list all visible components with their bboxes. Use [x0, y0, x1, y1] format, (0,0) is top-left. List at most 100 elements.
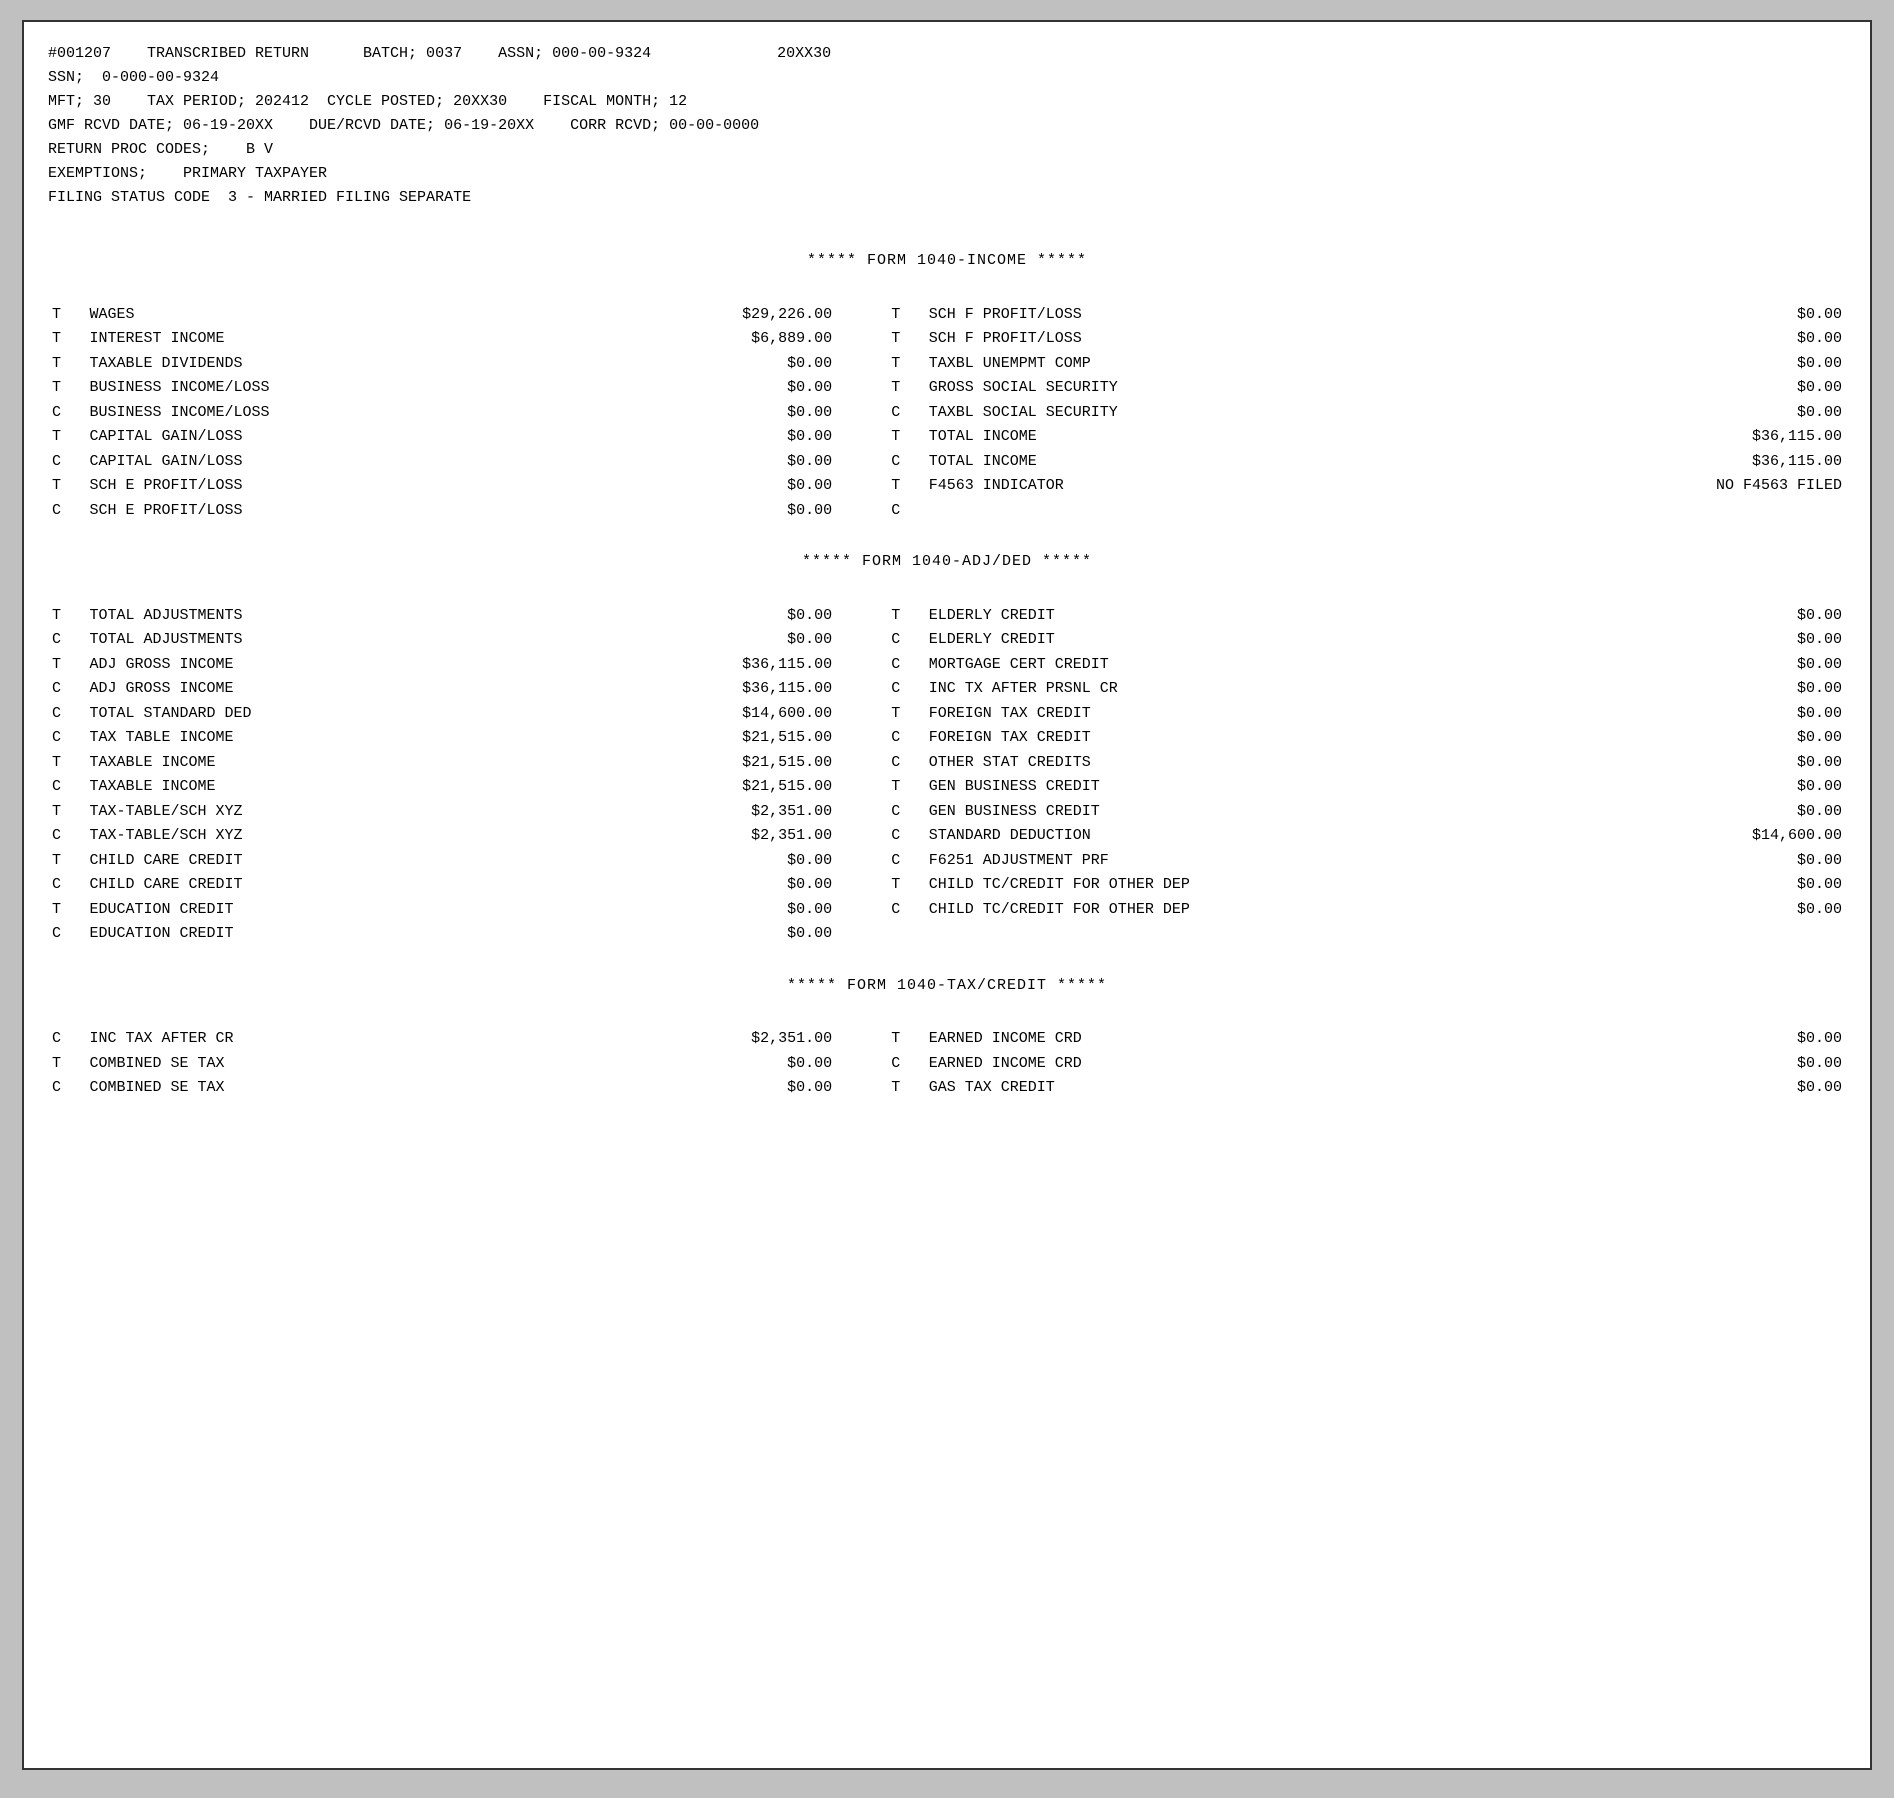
- row-prefix-left: C: [48, 873, 86, 898]
- row-value-left: $2,351.00: [563, 800, 836, 825]
- row-value-left: $0.00: [563, 401, 836, 426]
- row-value-left: $0.00: [563, 628, 836, 653]
- table-row: CEDUCATION CREDIT$0.00: [48, 922, 1846, 947]
- row-prefix-left: T: [48, 604, 86, 629]
- row-value-right: $0.00: [1573, 303, 1846, 328]
- header-line-1: #001207 TRANSCRIBED RETURN BATCH; 0037 A…: [48, 42, 1846, 66]
- row-label-right: F6251 ADJUSTMENT PRF: [925, 849, 1573, 874]
- row-value-right: $0.00: [1573, 1027, 1846, 1052]
- adjded-table: TTOTAL ADJUSTMENTS$0.00TELDERLY CREDIT$0…: [48, 604, 1846, 947]
- row-prefix-right: C: [887, 726, 925, 751]
- row-prefix-right: C: [887, 450, 925, 475]
- row-value-right: NO F4563 FILED: [1573, 474, 1846, 499]
- row-prefix-right: C: [887, 824, 925, 849]
- table-row: TTAXABLE DIVIDENDS$0.00TTAXBL UNEMPMT CO…: [48, 352, 1846, 377]
- row-label-right: TAXBL UNEMPMT COMP: [925, 352, 1573, 377]
- row-label-right: FOREIGN TAX CREDIT: [925, 726, 1573, 751]
- table-row: TWAGES$29,226.00TSCH F PROFIT/LOSS$0.00: [48, 303, 1846, 328]
- header-line-5: RETURN PROC CODES; B V: [48, 138, 1846, 162]
- row-prefix-left: C: [48, 702, 86, 727]
- row-value-right: $0.00: [1573, 702, 1846, 727]
- row-value-left: $0.00: [563, 474, 836, 499]
- row-label-left: CAPITAL GAIN/LOSS: [86, 425, 564, 450]
- row-label-left: TAXABLE INCOME: [86, 751, 564, 776]
- row-value-right: $0.00: [1573, 376, 1846, 401]
- income-section: ***** FORM 1040-INCOME ***** TWAGES$29,2…: [48, 250, 1846, 523]
- row-prefix-right: T: [887, 775, 925, 800]
- table-row: TINTEREST INCOME$6,889.00TSCH F PROFIT/L…: [48, 327, 1846, 352]
- row-value-left: $29,226.00: [563, 303, 836, 328]
- table-row: TCHILD CARE CREDIT$0.00CF6251 ADJUSTMENT…: [48, 849, 1846, 874]
- row-label-right: GEN BUSINESS CREDIT: [925, 800, 1573, 825]
- row-label-left: CHILD CARE CREDIT: [86, 849, 564, 874]
- row-value-left: $0.00: [563, 1052, 836, 1077]
- row-value-left: $0.00: [563, 604, 836, 629]
- taxcredit-table: CINC TAX AFTER CR$2,351.00TEARNED INCOME…: [48, 1027, 1846, 1101]
- row-label-right: TOTAL INCOME: [925, 425, 1573, 450]
- row-value-right: $14,600.00: [1573, 824, 1846, 849]
- header-line-2: SSN; 0-000-00-9324: [48, 66, 1846, 90]
- table-row: CADJ GROSS INCOME$36,115.00CINC TX AFTER…: [48, 677, 1846, 702]
- row-prefix-left: C: [48, 450, 86, 475]
- row-value-right: $0.00: [1573, 628, 1846, 653]
- row-label-left: TAX TABLE INCOME: [86, 726, 564, 751]
- row-prefix-right: C: [887, 677, 925, 702]
- table-row: TTOTAL ADJUSTMENTS$0.00TELDERLY CREDIT$0…: [48, 604, 1846, 629]
- header-line-7: FILING STATUS CODE 3 - MARRIED FILING SE…: [48, 186, 1846, 210]
- table-row: CTOTAL STANDARD DED$14,600.00TFOREIGN TA…: [48, 702, 1846, 727]
- row-label-right: TOTAL INCOME: [925, 450, 1573, 475]
- taxcredit-header: ***** FORM 1040-TAX/CREDIT *****: [48, 975, 1846, 998]
- row-value-left: $2,351.00: [563, 824, 836, 849]
- header-line-4: GMF RCVD DATE; 06-19-20XX DUE/RCVD DATE;…: [48, 114, 1846, 138]
- row-prefix-right: C: [887, 800, 925, 825]
- row-value-left: $0.00: [563, 873, 836, 898]
- table-row: TCAPITAL GAIN/LOSS$0.00TTOTAL INCOME$36,…: [48, 425, 1846, 450]
- row-prefix-left: T: [48, 352, 86, 377]
- row-value-right: $0.00: [1573, 800, 1846, 825]
- row-value-right: [1573, 922, 1846, 947]
- row-prefix-right: T: [887, 1076, 925, 1101]
- row-label-right: ELDERLY CREDIT: [925, 604, 1573, 629]
- row-prefix-left: C: [48, 401, 86, 426]
- row-label-right: SCH F PROFIT/LOSS: [925, 303, 1573, 328]
- row-label-left: TAXABLE INCOME: [86, 775, 564, 800]
- row-prefix-left: T: [48, 376, 86, 401]
- row-prefix-left: C: [48, 922, 86, 947]
- row-value-left: $21,515.00: [563, 726, 836, 751]
- row-label-left: WAGES: [86, 303, 564, 328]
- row-prefix-right: C: [887, 898, 925, 923]
- row-value-right: $0.00: [1573, 1076, 1846, 1101]
- row-label-left: INC TAX AFTER CR: [86, 1027, 564, 1052]
- row-label-right: TAXBL SOCIAL SECURITY: [925, 401, 1573, 426]
- adjded-header: ***** FORM 1040-ADJ/DED *****: [48, 551, 1846, 574]
- row-value-left: $36,115.00: [563, 653, 836, 678]
- row-prefix-right: C: [887, 499, 925, 524]
- row-label-left: ADJ GROSS INCOME: [86, 677, 564, 702]
- row-prefix-right: C: [887, 849, 925, 874]
- row-prefix-right: T: [887, 1027, 925, 1052]
- row-value-right: $0.00: [1573, 726, 1846, 751]
- row-label-left: CHILD CARE CREDIT: [86, 873, 564, 898]
- row-value-left: $2,351.00: [563, 1027, 836, 1052]
- row-label-right: STANDARD DEDUCTION: [925, 824, 1573, 849]
- row-label-left: COMBINED SE TAX: [86, 1076, 564, 1101]
- taxcredit-section: ***** FORM 1040-TAX/CREDIT ***** CINC TA…: [48, 975, 1846, 1101]
- row-prefix-left: T: [48, 653, 86, 678]
- row-prefix-left: C: [48, 677, 86, 702]
- row-value-left: $21,515.00: [563, 751, 836, 776]
- table-row: TTAX-TABLE/SCH XYZ$2,351.00CGEN BUSINESS…: [48, 800, 1846, 825]
- row-label-right: GROSS SOCIAL SECURITY: [925, 376, 1573, 401]
- row-prefix-left: C: [48, 1076, 86, 1101]
- row-label-right: ELDERLY CREDIT: [925, 628, 1573, 653]
- row-value-right: $0.00: [1573, 1052, 1846, 1077]
- row-value-left: $36,115.00: [563, 677, 836, 702]
- row-value-left: $0.00: [563, 450, 836, 475]
- row-label-left: SCH E PROFIT/LOSS: [86, 474, 564, 499]
- row-value-right: $36,115.00: [1573, 450, 1846, 475]
- row-label-left: CAPITAL GAIN/LOSS: [86, 450, 564, 475]
- row-prefix-right: T: [887, 873, 925, 898]
- row-prefix-left: C: [48, 628, 86, 653]
- row-value-right: $0.00: [1573, 401, 1846, 426]
- row-value-left: $0.00: [563, 425, 836, 450]
- row-label-right: F4563 INDICATOR: [925, 474, 1573, 499]
